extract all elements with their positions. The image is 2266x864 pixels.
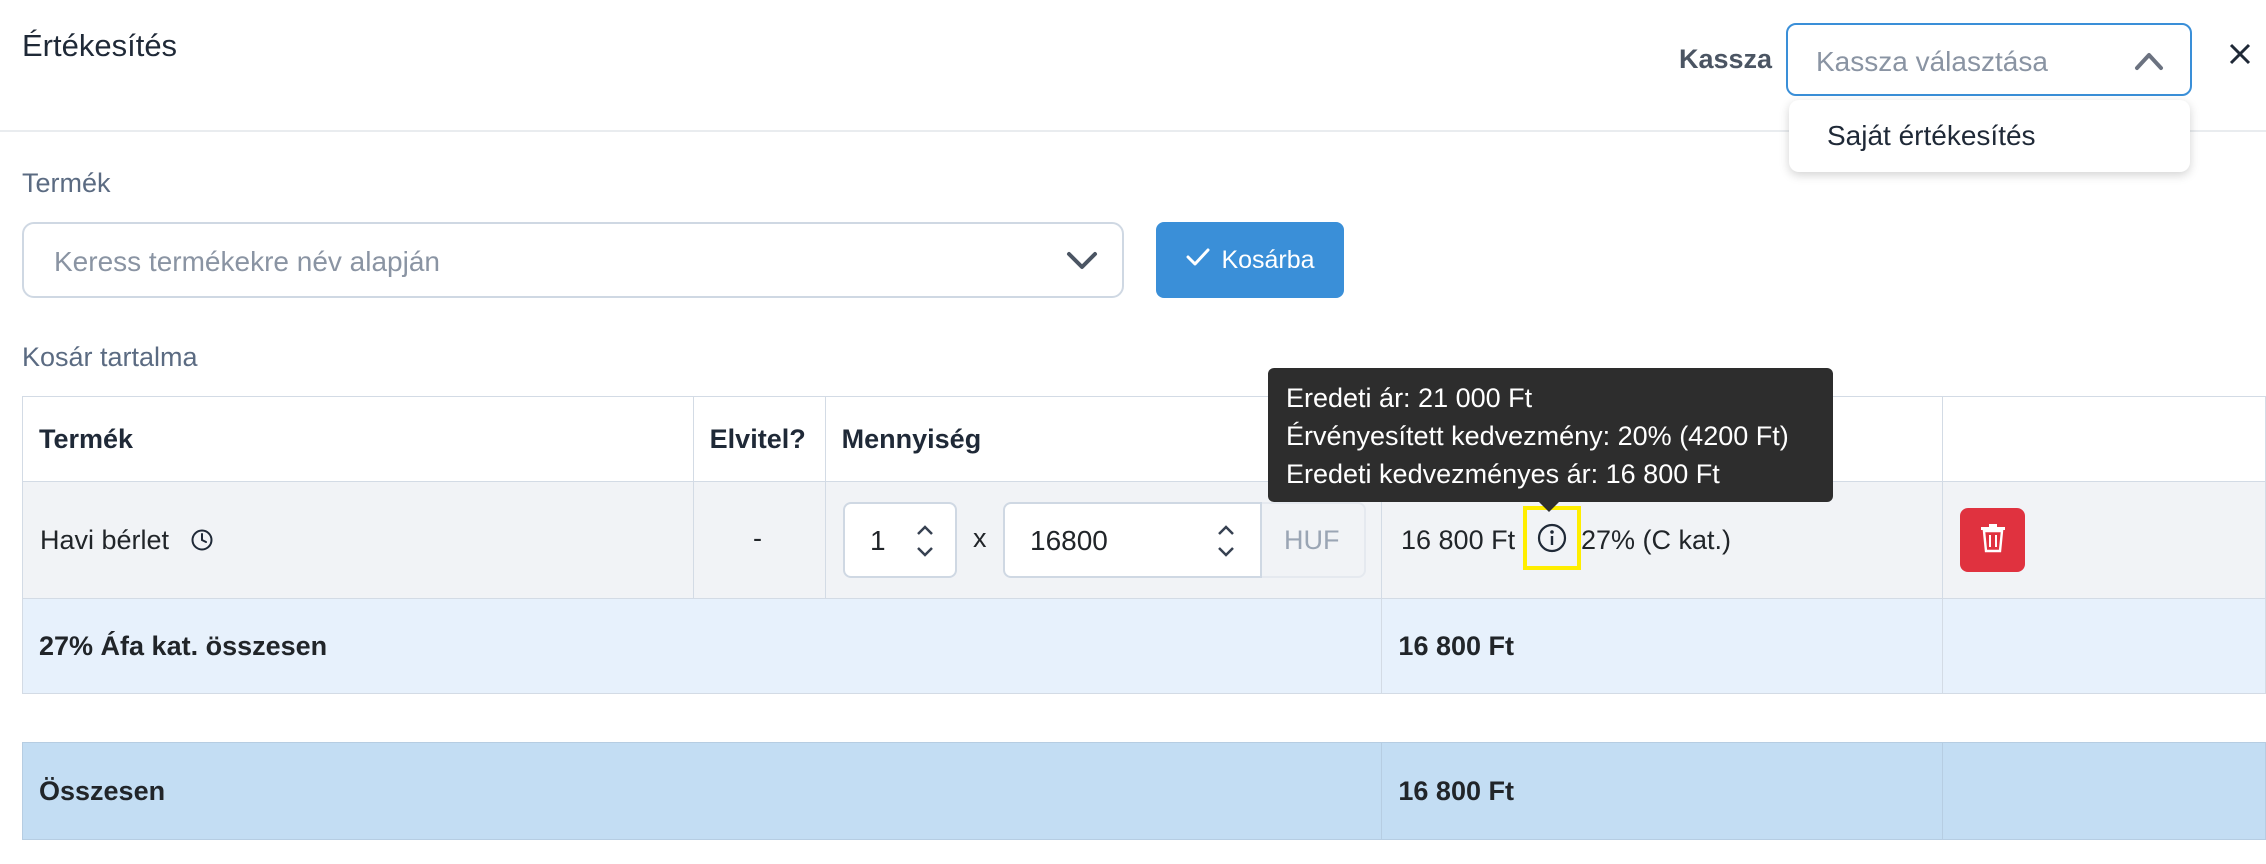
product-search-placeholder: Keress termékekre név alapján [54, 246, 440, 277]
vat-summary-value: 16 800 Ft [1381, 598, 1944, 694]
product-label: Termék [22, 168, 111, 198]
col-header-takeaway: Elvitel? [692, 396, 826, 482]
item-product-name: Havi bérlet [40, 525, 170, 555]
kassza-dropdown: Saját értékesítés [1789, 100, 2190, 172]
chevron-up-icon [2134, 49, 2164, 76]
unit-price-value: 16800 [1030, 525, 1108, 556]
grand-total-row: Összesen 16 800 Ft [21, 742, 2266, 840]
check-icon [1185, 246, 1211, 275]
kassza-label: Kassza [1679, 44, 1773, 74]
grand-total-empty [1942, 742, 2266, 840]
cart-label: Kosár tartalma [22, 342, 198, 372]
total-table: Összesen 16 800 Ft [21, 742, 2266, 840]
tooltip-arrow [1539, 502, 1559, 512]
dropdown-option-sajat[interactable]: Saját értékesítés [1827, 120, 2036, 152]
chevron-down-icon [1066, 250, 1098, 277]
vat-summary-label: 27% Áfa kat. összesen [21, 598, 1383, 694]
quantity-stepper[interactable]: 1 [843, 502, 957, 578]
vat-summary-empty [1942, 598, 2266, 694]
page-title: Értékesítés [22, 28, 178, 63]
trash-icon [1980, 523, 2006, 558]
kassza-select[interactable]: Kassza választása [1786, 23, 2192, 96]
close-icon[interactable] [2228, 42, 2252, 71]
cart-header-row: Termék Elvitel? Mennyiség [22, 396, 2266, 482]
info-icon[interactable] [1537, 523, 1567, 558]
item-takeaway: - [753, 523, 762, 553]
spinner-icon[interactable] [1216, 522, 1236, 565]
add-to-cart-button[interactable]: Kosárba [1156, 222, 1344, 298]
tooltip-original-price: Eredeti ár: 21 000 Ft [1286, 383, 1533, 413]
vat-summary-row: 27% Áfa kat. összesen 16 800 Ft [21, 598, 2266, 694]
product-search-select[interactable]: Keress termékekre név alapján [22, 222, 1124, 298]
quantity-value: 1 [870, 525, 886, 556]
kassza-placeholder: Kassza választása [1816, 46, 2048, 77]
col-header-actions [1942, 396, 2266, 482]
multiply-sign: x [973, 523, 987, 553]
table-gap [22, 694, 2266, 742]
grand-total-value: 16 800 Ft [1381, 742, 1944, 840]
clock-icon [190, 528, 214, 557]
grand-total-label: Összesen [21, 742, 1383, 840]
item-vat: 27% (C kat.) [1581, 525, 1732, 555]
item-total: 16 800 Ft [1401, 525, 1516, 555]
tooltip-discounted-price: Eredeti kedvezményes ár: 16 800 Ft [1286, 459, 1720, 489]
spinner-icon[interactable] [915, 522, 935, 565]
col-header-product: Termék [22, 396, 694, 482]
delete-item-button[interactable] [1960, 508, 2025, 572]
tooltip-discount: Érvényesített kedvezmény: 20% (4200 Ft) [1286, 421, 1789, 451]
unit-price-input[interactable]: 16800 [1003, 502, 1262, 578]
discount-tooltip: Eredeti ár: 21 000 Ft Érvényesített kedv… [1268, 368, 1833, 512]
currency-addon: HUF [1262, 502, 1366, 578]
currency-label: HUF [1284, 525, 1340, 555]
add-to-cart-label: Kosárba [1221, 245, 1315, 274]
